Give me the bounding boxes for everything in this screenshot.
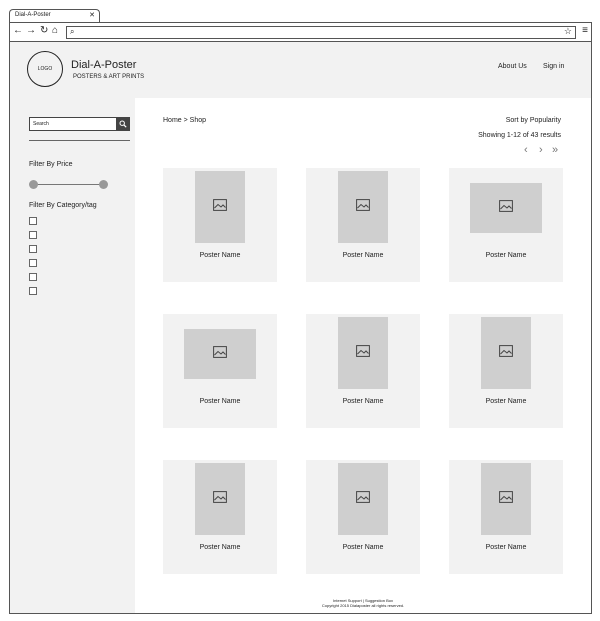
search-button[interactable] bbox=[116, 117, 130, 131]
results-count: Showing 1-12 of 43 results bbox=[478, 132, 561, 139]
sort-dropdown[interactable]: Sort by Popularity bbox=[506, 117, 561, 124]
tab-title: Dial-A-Poster bbox=[15, 12, 51, 18]
poster-image[interactable] bbox=[470, 183, 542, 233]
image-placeholder-icon bbox=[499, 490, 513, 508]
footer-copyright: Copyright 2015 Dialaposter all rights re… bbox=[321, 603, 405, 608]
category-checkbox[interactable] bbox=[29, 245, 37, 253]
poster-name[interactable]: Poster Name bbox=[163, 398, 277, 405]
image-placeholder-icon bbox=[356, 198, 370, 216]
menu-icon[interactable]: ≡ bbox=[582, 25, 588, 36]
site-title: Dial-A-Poster bbox=[71, 59, 137, 71]
divider bbox=[29, 140, 130, 141]
browser-window: Dial-A-Poster ✕ ← → ↻ ⌂ ⌕ ☆ ≡ LOGO Dial-… bbox=[9, 6, 592, 614]
product-card[interactable]: Poster Name bbox=[163, 314, 277, 428]
category-checkbox[interactable] bbox=[29, 287, 37, 295]
image-placeholder-icon bbox=[213, 345, 227, 363]
filter-price-title: Filter By Price bbox=[29, 161, 73, 168]
address-bar[interactable]: ⌕ ☆ bbox=[66, 26, 576, 39]
search-icon: ⌕ bbox=[70, 27, 75, 36]
poster-image[interactable] bbox=[195, 171, 245, 243]
image-placeholder-icon bbox=[499, 344, 513, 362]
main-content: Home > Shop Sort by Popularity Showing 1… bbox=[135, 98, 591, 613]
poster-image[interactable] bbox=[481, 463, 531, 535]
search-icon bbox=[119, 120, 127, 128]
category-checkbox-list bbox=[29, 217, 37, 301]
browser-tab[interactable]: Dial-A-Poster ✕ bbox=[9, 9, 100, 23]
poster-image[interactable] bbox=[338, 171, 388, 243]
sign-in-link[interactable]: Sign in bbox=[543, 63, 564, 70]
poster-image[interactable] bbox=[338, 317, 388, 389]
home-icon[interactable]: ⌂ bbox=[52, 26, 58, 36]
search-input[interactable]: Search bbox=[29, 117, 130, 131]
product-card[interactable]: Poster Name bbox=[449, 314, 563, 428]
product-card[interactable]: Poster Name bbox=[306, 460, 420, 574]
poster-image[interactable] bbox=[338, 463, 388, 535]
price-slider-min-handle[interactable] bbox=[28, 180, 38, 189]
poster-name[interactable]: Poster Name bbox=[306, 544, 420, 551]
site-subtitle: POSTERS & ART PRINTS bbox=[73, 74, 145, 80]
site-header: LOGO Dial-A-Poster POSTERS & ART PRINTS … bbox=[10, 42, 591, 98]
category-checkbox[interactable] bbox=[29, 231, 37, 239]
image-placeholder-icon bbox=[356, 490, 370, 508]
poster-image[interactable] bbox=[481, 317, 531, 389]
search-placeholder: Search bbox=[33, 121, 49, 127]
image-placeholder-icon bbox=[213, 490, 227, 508]
image-placeholder-icon bbox=[213, 198, 227, 216]
price-slider-max-handle[interactable] bbox=[98, 180, 108, 189]
reload-icon[interactable]: ↻ bbox=[40, 26, 48, 36]
poster-name[interactable]: Poster Name bbox=[306, 252, 420, 259]
poster-image[interactable] bbox=[195, 463, 245, 535]
poster-name[interactable]: Poster Name bbox=[306, 398, 420, 405]
poster-name[interactable]: Poster Name bbox=[449, 398, 563, 405]
image-placeholder-icon bbox=[499, 199, 513, 217]
image-placeholder-icon bbox=[356, 344, 370, 362]
page-viewport: LOGO Dial-A-Poster POSTERS & ART PRINTS … bbox=[9, 41, 592, 614]
star-icon[interactable]: ☆ bbox=[564, 26, 572, 37]
poster-name[interactable]: Poster Name bbox=[449, 252, 563, 259]
logo[interactable]: LOGO bbox=[27, 51, 63, 87]
forward-arrow-icon[interactable]: → bbox=[26, 26, 36, 36]
prev-page-icon[interactable]: ‹ bbox=[524, 144, 528, 156]
category-checkbox[interactable] bbox=[29, 273, 37, 281]
product-card[interactable]: Poster Name bbox=[306, 314, 420, 428]
close-icon[interactable]: ✕ bbox=[89, 11, 95, 19]
poster-image[interactable] bbox=[184, 329, 256, 379]
poster-name[interactable]: Poster Name bbox=[163, 544, 277, 551]
category-checkbox[interactable] bbox=[29, 217, 37, 225]
breadcrumb[interactable]: Home > Shop bbox=[163, 117, 206, 124]
product-card[interactable]: Poster Name bbox=[306, 168, 420, 282]
back-arrow-icon[interactable]: ← bbox=[13, 26, 23, 36]
poster-name[interactable]: Poster Name bbox=[163, 252, 277, 259]
next-page-icon[interactable]: › bbox=[539, 144, 543, 156]
product-card[interactable]: Poster Name bbox=[449, 460, 563, 574]
product-card[interactable]: Poster Name bbox=[163, 460, 277, 574]
product-card[interactable]: Poster Name bbox=[449, 168, 563, 282]
poster-name[interactable]: Poster Name bbox=[449, 544, 563, 551]
category-checkbox[interactable] bbox=[29, 259, 37, 267]
product-card[interactable]: Poster Name bbox=[163, 168, 277, 282]
price-slider-track[interactable] bbox=[33, 184, 103, 185]
sidebar: Search Filter By Price Filter By Categor… bbox=[10, 98, 135, 613]
footer: Internet Support | Suggestion Box Copyri… bbox=[135, 598, 591, 608]
browser-toolbar: ← → ↻ ⌂ ⌕ ☆ ≡ bbox=[9, 23, 592, 41]
filter-category-title: Filter By Category/tag bbox=[29, 202, 97, 209]
about-us-link[interactable]: About Us bbox=[498, 63, 527, 70]
last-page-icon[interactable]: » bbox=[552, 144, 558, 156]
